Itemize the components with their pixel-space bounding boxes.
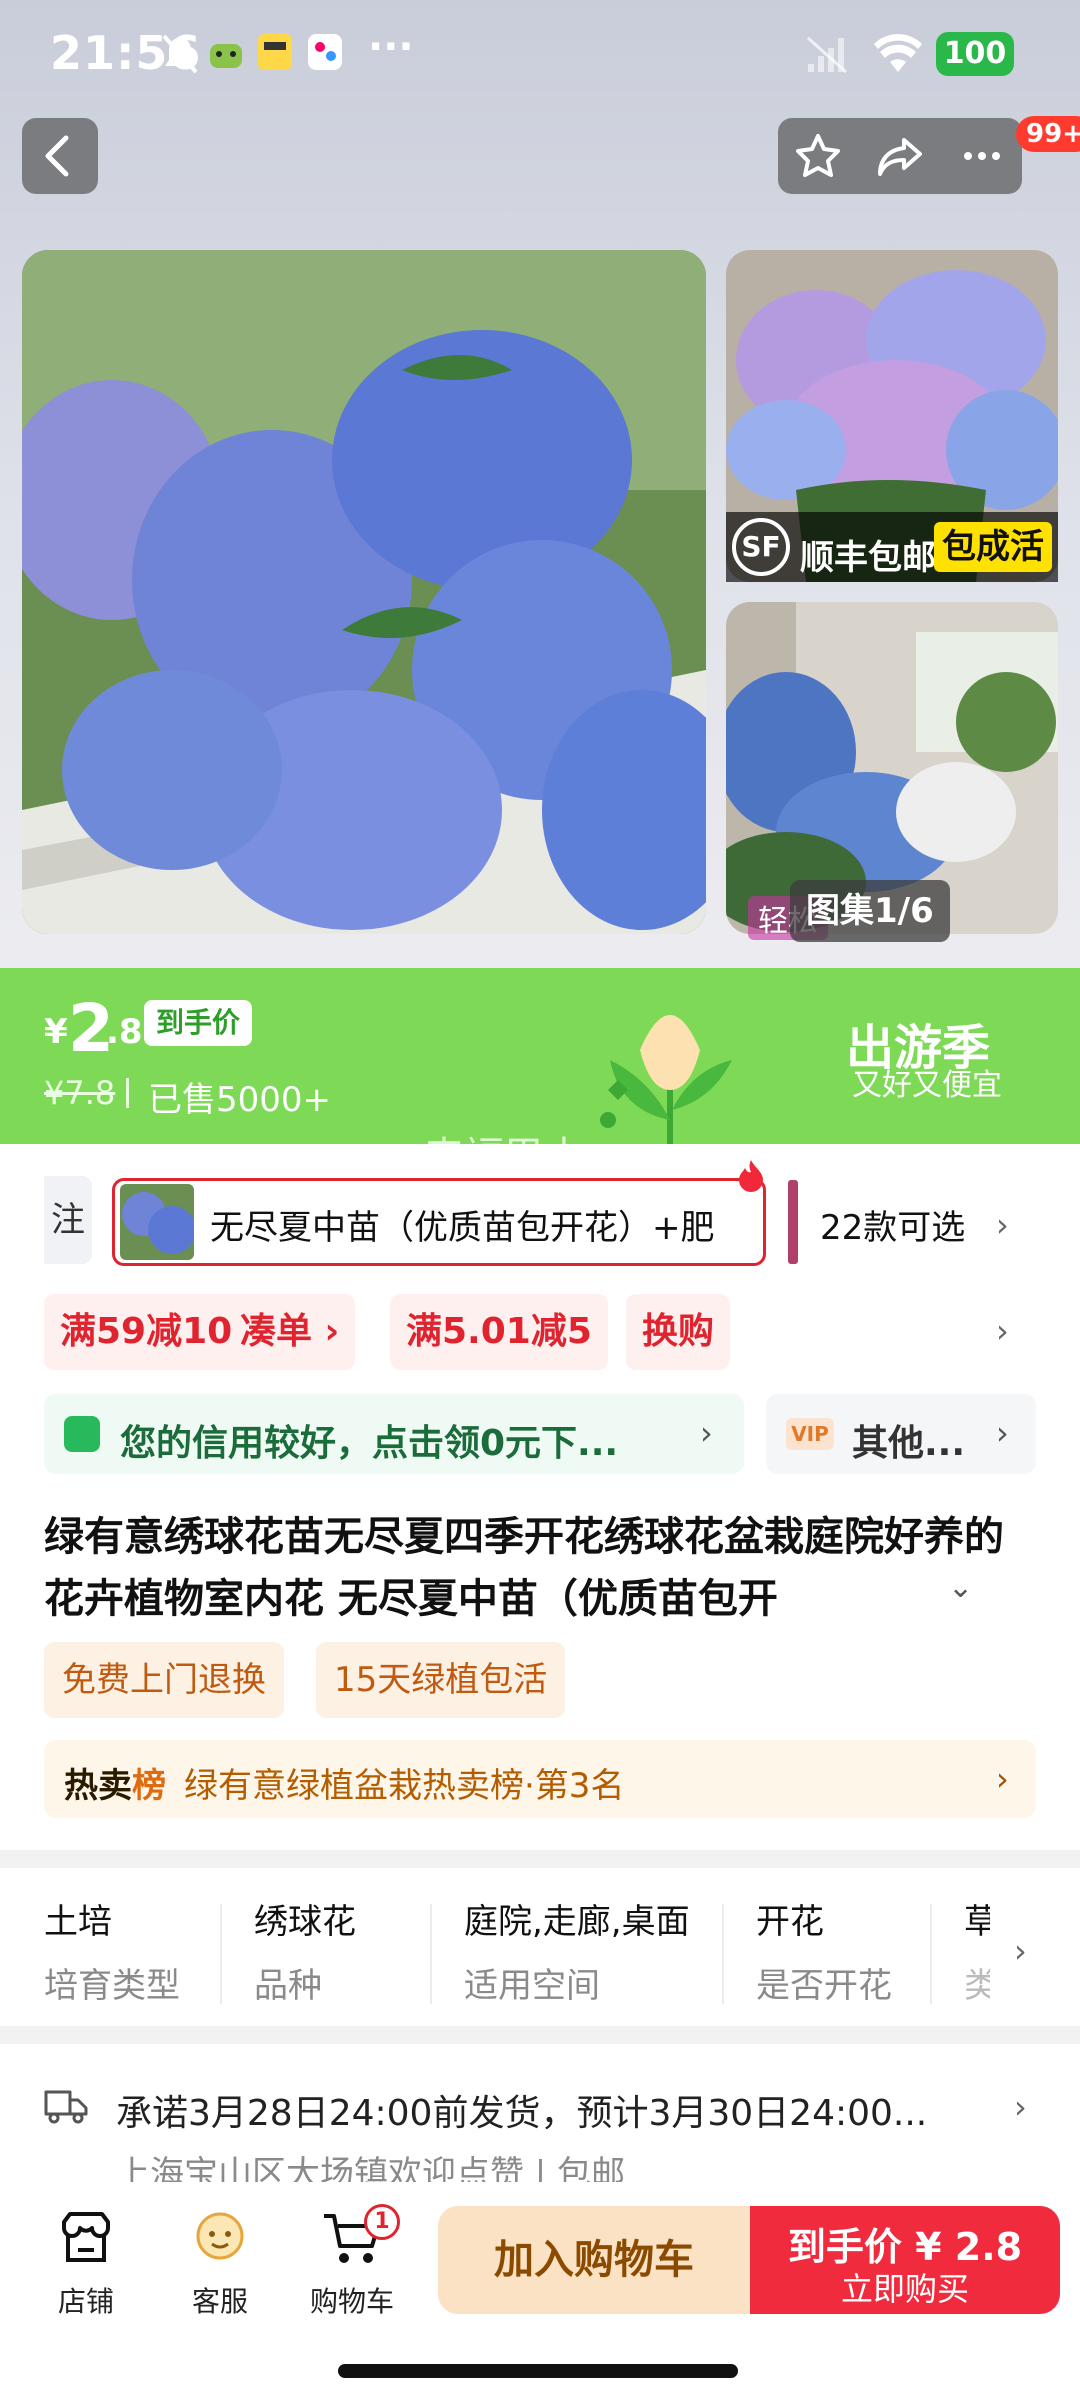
original-price: ¥7.8	[44, 1074, 116, 1112]
nav-customer-service[interactable]: 客服	[160, 2200, 280, 2320]
sf-express-logo: SF	[732, 518, 790, 576]
attribute-value: 土培	[44, 1902, 112, 1942]
attribute-key: 是否开花	[756, 1966, 892, 2006]
service-tag-plant-guarantee[interactable]: 15天绿植包活	[316, 1642, 566, 1718]
chevron-right-icon: ›	[1014, 2088, 1027, 2126]
status-more: ···	[368, 24, 414, 70]
notification-badge: 99+	[1016, 116, 1080, 152]
tulip-illustration	[600, 1015, 732, 1144]
divider	[220, 1904, 222, 2004]
nav-store-label: 店铺	[57, 2285, 114, 2318]
product-title: 绿有意绣球花苗无尽夏四季开花绣球花盆栽庭院好养的花卉植物室内花 无尽夏中苗（优质…	[44, 1514, 1004, 1622]
vip-offer-text: 其他...	[852, 1423, 966, 1464]
cart-count-badge: 1	[364, 2204, 400, 2240]
sku-count[interactable]: 22款可选	[820, 1200, 965, 1249]
coupon-exchange[interactable]: 换购	[626, 1294, 731, 1370]
add-to-cart-button[interactable]: 加入购物车	[438, 2206, 750, 2314]
promo-subtitle: 又好又便宜	[852, 1068, 1002, 1103]
share-icon[interactable]	[874, 130, 926, 182]
chevron-right-icon: ›	[996, 1760, 1009, 1798]
attribute-key: 品种	[254, 1966, 322, 2006]
app-icon	[308, 34, 342, 70]
shopping-bag-icon	[64, 1416, 100, 1452]
app-icon	[258, 34, 292, 70]
credit-offer-text: 您的信用较好，点击领0元下...	[120, 1423, 619, 1464]
service-tag-return[interactable]: 免费上门退换	[44, 1642, 284, 1718]
android-icon	[210, 44, 242, 68]
buy-now-label: 立即购买	[840, 2270, 969, 2308]
divider	[430, 1904, 432, 2004]
chevron-right-icon[interactable]: ›	[1014, 1932, 1027, 1970]
fire-icon	[739, 1160, 763, 1192]
divider	[930, 1904, 932, 2004]
guarantee-tag: 包成活	[934, 522, 1052, 572]
buy-now-price: 到手价 ¥ 2.8	[787, 2225, 1023, 2269]
attribute-key: 适用空间	[464, 1966, 600, 2006]
attribute-value: 绣球花	[254, 1902, 356, 1942]
back-button[interactable]	[22, 118, 98, 194]
main-product-photo[interactable]	[22, 250, 706, 934]
price-currency: ¥	[44, 1012, 68, 1052]
chevron-left-icon	[45, 135, 69, 177]
chevron-right-icon: ›	[996, 1414, 1009, 1452]
nav-store[interactable]: 店铺	[26, 2200, 146, 2320]
home-indicator[interactable]	[338, 2364, 738, 2378]
divider	[126, 1078, 129, 1108]
chevron-right-icon: ›	[700, 1414, 713, 1452]
chevron-right-icon[interactable]: ›	[996, 1312, 1009, 1350]
hydrangea-image	[22, 250, 706, 934]
ranking-text: 绿有意绿植盆栽热卖榜·第3名	[184, 1766, 625, 1806]
customer-service-icon	[196, 2212, 244, 2260]
truck-icon	[44, 2090, 88, 2124]
chevron-right-icon[interactable]: ›	[996, 1206, 1009, 1244]
buy-now-button[interactable]: 到手价 ¥ 2.8 立即购买	[750, 2206, 1060, 2314]
shipping-promise: 承诺3月28日24:00前发货，预计3月30日24:00...	[116, 2093, 928, 2134]
expand-title-icon[interactable]: ⌄	[948, 1570, 973, 1605]
attribute-value: 开花	[756, 1902, 824, 1942]
attribute-key: 培育类型	[44, 1966, 180, 2006]
sku-option-next[interactable]	[788, 1180, 798, 1264]
final-price-tag: 到手价	[144, 1000, 253, 1046]
sku-label: 无尽夏中苗（优质苗包开花）+肥	[210, 1208, 715, 1248]
shipping-text: 顺丰包邮	[800, 538, 936, 578]
attribute-value: 草	[964, 1902, 990, 1942]
coupon-threshold[interactable]: 满59减10	[44, 1294, 241, 1370]
attribute-value: 庭院,走廊,桌面	[464, 1902, 690, 1942]
favorite-icon[interactable]	[792, 130, 844, 182]
more-icon[interactable]	[956, 130, 1008, 182]
battery-indicator: 100	[936, 32, 1014, 76]
vip-icon: VIP	[786, 1418, 834, 1450]
store-icon	[62, 2212, 110, 2262]
coupon-discount[interactable]: 满5.01减5	[390, 1294, 608, 1370]
nav-service-label: 客服	[191, 2285, 248, 2318]
sku-option-previous[interactable]: 注	[44, 1176, 92, 1264]
signal-icon	[806, 36, 848, 74]
header-actions	[778, 118, 1022, 194]
attribute-key: 类	[964, 1966, 990, 2006]
divider	[722, 1904, 724, 2004]
wifi-icon	[874, 34, 922, 72]
coupon-add-on-link[interactable]: 凑单 ›	[236, 1294, 356, 1370]
nav-cart-label: 购物车	[309, 2285, 394, 2318]
ranking-label: 热卖榜	[64, 1766, 166, 1806]
price-decimal: .8	[106, 1012, 143, 1052]
sku-thumbnail	[120, 1184, 194, 1260]
album-counter[interactable]: 图集1/6	[790, 880, 950, 942]
sold-count: 已售5000+	[148, 1080, 332, 1120]
mute-icon	[162, 34, 198, 74]
